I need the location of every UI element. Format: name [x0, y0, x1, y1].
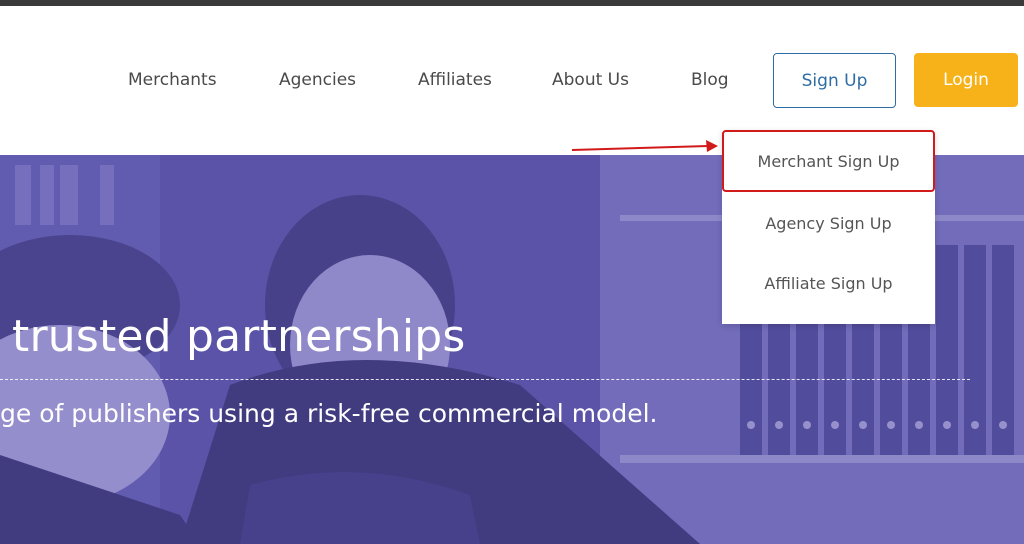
dropdown-item-label: Agency Sign Up: [765, 213, 892, 233]
sign-up-button[interactable]: Sign Up: [773, 53, 896, 108]
nav-blog[interactable]: Blog: [691, 70, 729, 90]
dropdown-item-agency-sign-up[interactable]: Agency Sign Up: [722, 192, 935, 254]
annotation-arrow-icon: [571, 140, 718, 152]
login-button-label: Login: [943, 70, 989, 90]
login-button[interactable]: Login: [914, 53, 1018, 107]
nav-about-us[interactable]: About Us: [552, 70, 629, 90]
dropdown-item-merchant-sign-up[interactable]: Merchant Sign Up: [722, 130, 935, 192]
hero-subtitle: ge of publishers using a risk-free comme…: [0, 399, 658, 428]
hero-title: trusted partnerships: [12, 311, 466, 362]
dropdown-item-label: Merchant Sign Up: [757, 151, 900, 171]
dropdown-item-affiliate-sign-up[interactable]: Affiliate Sign Up: [722, 252, 935, 314]
nav-agencies[interactable]: Agencies: [279, 70, 356, 90]
sign-up-button-label: Sign Up: [801, 70, 868, 91]
nav-affiliates[interactable]: Affiliates: [418, 70, 492, 90]
hero-divider: [0, 379, 970, 380]
dropdown-item-label: Affiliate Sign Up: [764, 273, 893, 293]
sign-up-dropdown-menu: Merchant Sign Up Agency Sign Up Affiliat…: [722, 130, 935, 324]
nav-merchants[interactable]: Merchants: [128, 70, 217, 90]
